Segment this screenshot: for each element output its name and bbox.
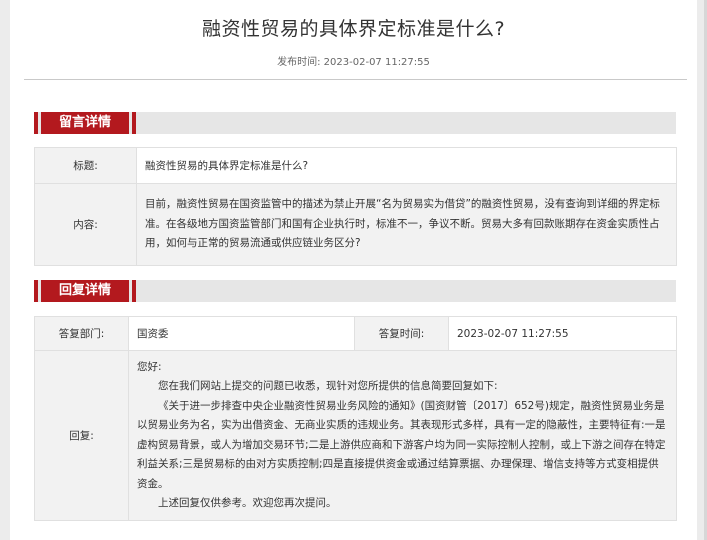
section-marker [34,280,38,302]
table-row: 标题: 融资性贸易的具体界定标准是什么? [34,147,677,184]
message-section-label: 留言详情 [41,112,129,134]
message-table: 标题: 融资性贸易的具体界定标准是什么? 内容: 目前，融资性贸易在国资监管中的… [34,147,677,266]
publish-time-label: 发布时间: [277,57,321,68]
table-row: 回复: 您好: 您在我们网站上提交的问题已收悉，现针对您所提供的信息简要回复如下… [34,350,677,521]
section-marker [132,280,136,302]
reply-paragraph: 您在我们网站上提交的问题已收悉，现针对您所提供的信息简要回复如下: [158,380,498,392]
reply-section-label: 回复详情 [41,280,129,302]
title-value: 融资性贸易的具体界定标准是什么? [136,147,677,184]
article-page: 融资性贸易的具体界定标准是什么? 发布时间: 2023-02-07 11:27:… [10,0,697,540]
content-value: 目前，融资性贸易在国资监管中的描述为禁止开展“名为贸易实为借贷”的融资性贸易，没… [136,183,677,266]
table-row: 答复部门: 国资委 答复时间: 2023-02-07 11:27:55 [34,316,677,351]
content-label: 内容: [34,183,137,266]
reply-label: 回复: [34,350,129,521]
table-row: 内容: 目前，融资性贸易在国资监管中的描述为禁止开展“名为贸易实为借贷”的融资性… [34,183,677,266]
dept-value: 国资委 [128,316,355,351]
publish-time: 发布时间: 2023-02-07 11:27:55 [10,53,697,68]
reply-paragraph: 《关于进一步排查中央企业融资性贸易业务风险的通知》(国资财管〔2017〕652号… [137,399,666,490]
reply-body: 您好: 您在我们网站上提交的问题已收悉，现针对您所提供的信息简要回复如下: 《关… [128,350,677,521]
reply-table: 答复部门: 国资委 答复时间: 2023-02-07 11:27:55 回复: … [34,316,677,521]
publish-time-value: 2023-02-07 11:27:55 [323,57,430,68]
section-marker [132,112,136,134]
dept-label: 答复部门: [34,316,129,351]
page-title: 融资性贸易的具体界定标准是什么? [201,18,506,40]
title-label: 标题: [34,147,137,184]
title-divider [24,79,687,80]
reply-paragraph: 上述回复仅供参考。欢迎您再次提问。 [158,497,337,509]
time-label: 答复时间: [354,316,449,351]
reply-greeting: 您好: [137,360,162,373]
message-section-header: 留言详情 [34,112,676,134]
time-value: 2023-02-07 11:27:55 [448,316,677,351]
section-marker [34,112,38,134]
reply-section-header: 回复详情 [34,280,676,302]
